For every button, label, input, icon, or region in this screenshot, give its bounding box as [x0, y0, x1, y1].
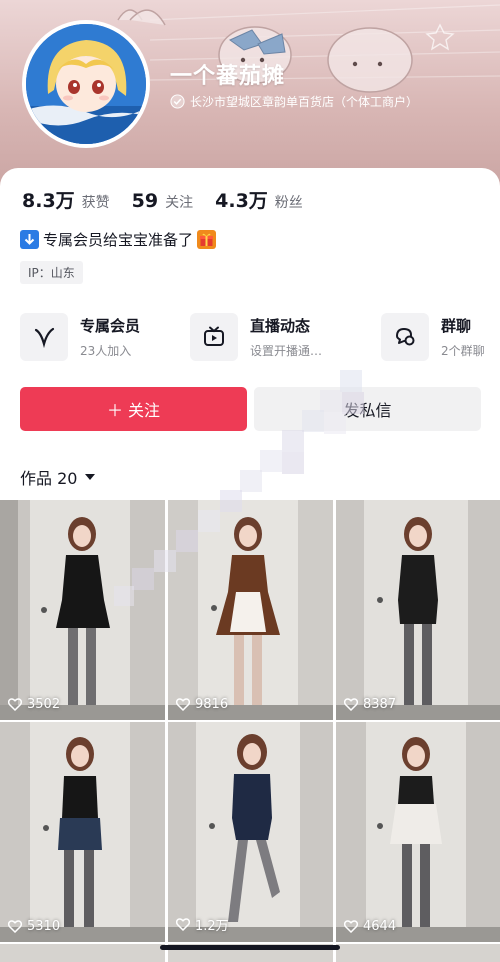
video-likes-count: 8387 [363, 697, 397, 712]
video-tile[interactable] [0, 944, 165, 962]
stat-followers-label: 粉丝 [274, 195, 303, 211]
video-tile[interactable]: 9816 [168, 500, 333, 720]
stat-following-value: 59 [131, 190, 159, 212]
store-verification[interactable]: 长沙市望城区章韵单百货店（个体工商户） [170, 93, 418, 110]
heart-icon [8, 920, 22, 933]
video-thumbnail [336, 944, 500, 962]
profile-stats: 8.3万 获赞 59 关注 4.3万 粉丝 [22, 186, 325, 213]
video-likes-count: 4644 [363, 919, 397, 934]
video-likes-count: 1.2万 [195, 919, 229, 934]
feature-membership-sub: 23人加入 [80, 344, 132, 358]
heart-icon [344, 698, 358, 711]
stat-followers[interactable]: 4.3万 粉丝 [215, 186, 303, 213]
video-tile[interactable]: 5310 [0, 722, 165, 942]
video-thumbnail [336, 722, 500, 942]
v-icon [20, 313, 68, 361]
video-thumbnail [0, 500, 165, 720]
feature-group-chat[interactable]: 群聊 2个群聊 [381, 309, 485, 365]
stat-followers-value: 4.3万 [215, 190, 268, 212]
video-thumbnail [168, 500, 333, 720]
works-tab[interactable]: 作品 20 [20, 465, 96, 489]
feature-shortcuts: 专属会员 23人加入 直播动态 设置开播通… 群聊 2个群聊 [20, 309, 500, 365]
caret-down-icon [85, 474, 96, 480]
video-likes: 5310 [8, 919, 60, 934]
video-likes: 9816 [176, 697, 228, 712]
video-likes-count: 5310 [27, 919, 61, 934]
down-arrow-icon [20, 230, 39, 249]
video-likes: 1.2万 [176, 915, 229, 934]
feature-group-chat-title: 群聊 [441, 317, 472, 335]
profile-bio: 专属会员给宝宝准备了 [20, 229, 217, 250]
feature-live-sub: 设置开播通… [250, 344, 323, 358]
avatar[interactable] [22, 20, 150, 148]
feature-membership[interactable]: 专属会员 23人加入 [20, 309, 140, 365]
video-likes-count: 9816 [195, 697, 229, 712]
stat-likes-label: 获赞 [81, 195, 110, 211]
video-likes: 3502 [8, 697, 60, 712]
video-likes: 4644 [344, 919, 396, 934]
video-tile[interactable]: 3502 [0, 500, 165, 720]
video-thumbnail [336, 500, 500, 720]
video-thumbnail [0, 722, 165, 942]
stat-likes[interactable]: 8.3万 获赞 [22, 186, 110, 213]
video-tile[interactable]: 1.2万 [168, 722, 333, 942]
tv-icon [190, 313, 238, 361]
store-name: 长沙市望城区章韵单百货店（个体工商户） [190, 95, 419, 109]
video-tile[interactable]: 4644 [336, 722, 500, 942]
feature-membership-title: 专属会员 [80, 317, 141, 335]
video-likes-count: 3502 [27, 697, 61, 712]
heart-icon [8, 698, 22, 711]
feature-live-title: 直播动态 [250, 317, 311, 335]
stat-likes-value: 8.3万 [22, 190, 75, 212]
heart-icon [344, 920, 358, 933]
video-tile[interactable] [336, 944, 500, 962]
video-thumbnail [168, 722, 333, 942]
avatar-image [26, 24, 146, 144]
video-tile[interactable]: 8387 [336, 500, 500, 720]
verified-store-icon [170, 94, 185, 109]
profile-nickname: 一个蕃茄摊 [170, 64, 286, 89]
works-tab-label: 作品 20 [20, 469, 78, 488]
gift-icon [197, 230, 217, 249]
home-indicator [160, 945, 340, 950]
follow-button[interactable]: ＋ 关注 [20, 387, 247, 431]
chat-icon [381, 313, 429, 361]
heart-icon [176, 698, 190, 711]
heart-icon [176, 918, 190, 931]
stat-following[interactable]: 59 关注 [132, 190, 193, 212]
feature-group-chat-sub: 2个群聊 [441, 344, 485, 358]
video-likes: 8387 [344, 697, 396, 712]
bio-text: 专属会员给宝宝准备了 [43, 231, 194, 249]
stat-following-label: 关注 [165, 195, 194, 211]
ip-location-tag: IP：山东 [20, 261, 83, 284]
feature-live[interactable]: 直播动态 设置开播通… [190, 309, 322, 365]
message-button[interactable]: 发私信 [254, 387, 481, 431]
video-thumbnail [0, 944, 165, 962]
